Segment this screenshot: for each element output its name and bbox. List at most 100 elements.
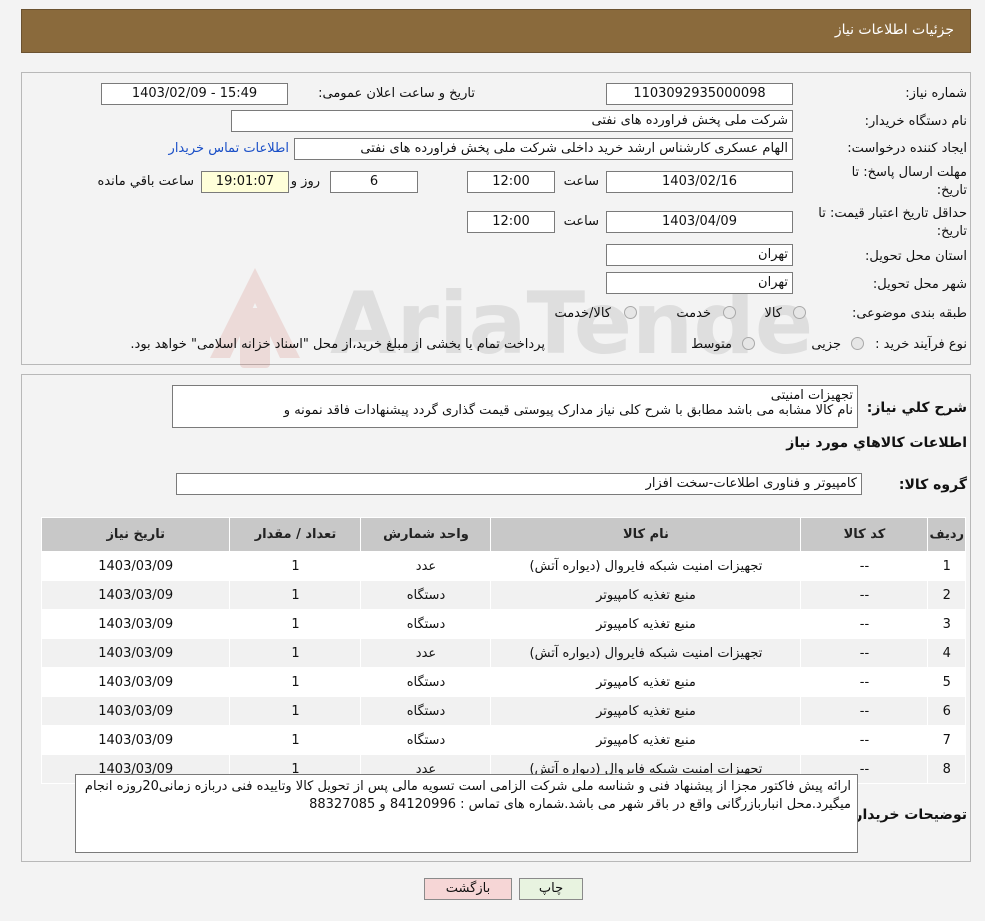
cell-need-date: 1403/03/09 [40,580,231,610]
need-number-field: 1103092935000098 [606,83,793,105]
cell-quantity: 1 [229,725,362,755]
cell-item-code: -- [800,696,929,726]
goods-group-label: گروه کالا: [898,477,967,493]
cell-quantity: 1 [229,551,362,581]
summary-label: شرح کلي نياز: [866,400,967,416]
contact-link[interactable]: اطلاعات تماس خریدار [169,141,289,156]
cell-unit: عدد [360,638,492,668]
cell-item-name: منبع تغذیه کامپیوتر [490,609,802,639]
process-medium-label: متوسط [691,337,732,352]
cell-item-name: منبع تغذیه کامپیوتر [490,725,802,755]
category-goods-radio[interactable] [793,306,806,319]
cell-unit: عدد [360,551,492,581]
validity-label: حداقل تاریخ اعتبار قیمت: تا [818,206,967,221]
cell-item-code: -- [800,667,929,697]
deadline-time-field: 12:00 [467,171,555,193]
col-unit: واحد شمارش [360,517,492,552]
deadline-label-2: تاریخ: [936,183,967,198]
cell-need-date: 1403/03/09 [40,696,231,726]
cell-quantity: 1 [229,580,362,610]
buyer-notes-textarea[interactable]: ارائه پیش فاکتور مجزا از پیشنهاد فنی و ش… [75,774,858,853]
process-medium-radio[interactable] [742,337,755,350]
cell-quantity: 1 [229,609,362,639]
validity-label-2: تاریخ: [936,224,967,239]
process-small-radio[interactable] [851,337,864,350]
cell-item-name: تجهیزات امنیت شبکه فایروال (دیواره آتش) [490,551,802,581]
col-item-code: کد کالا [800,517,929,552]
province-label: استان محل تحویل: [865,249,967,264]
table-row: 7 -- منبع تغذیه کامپیوتر دستگاه 1 1403/03/09 [40,725,966,755]
summary-textarea[interactable]: تجهیزات امنیتی نام کالا مشابه می باشد مط… [172,385,858,428]
goods-section-title: اطلاعات کالاهاي مورد نياز [786,435,967,451]
creator-label: ایجاد کننده درخواست: [847,141,967,156]
deadline-date-field: 1403/02/16 [606,171,793,193]
table-row: 5 -- منبع تغذیه کامپیوتر دستگاه 1 1403/03/09 [40,667,966,697]
cell-row-number: 4 [927,638,966,668]
cell-row-number: 5 [927,667,966,697]
buyer-notes-text: ارائه پیش فاکتور مجزا از پیشنهاد فنی و ش… [84,779,851,812]
cell-unit: دستگاه [360,725,492,755]
buyer-org-label: نام دستگاه خریدار: [864,114,967,129]
cell-need-date: 1403/03/09 [40,667,231,697]
cell-row-number: 7 [927,725,966,755]
cell-item-code: -- [800,725,929,755]
cell-item-code: -- [800,638,929,668]
cell-row-number: 3 [927,609,966,639]
announce-field: 1403/02/09 - 15:49 [101,83,288,105]
validity-time-field: 12:00 [467,211,555,233]
cell-unit: دستگاه [360,696,492,726]
cell-row-number: 8 [927,754,966,784]
remaining-label: ساعت باقي مانده [97,174,194,189]
process-small-label: جزیی [811,337,841,352]
deadline-label: مهلت ارسال پاسخ: تا [851,165,967,180]
cell-unit: دستگاه [360,667,492,697]
table-row: 4 -- تجهیزات امنیت شبکه فایروال (دیواره آت… [40,638,966,668]
province-field: تهران [606,244,793,266]
table-row: 2 -- منبع تغذیه کامپیوتر دستگاه 1 1403/03/09 [40,580,966,610]
days-label: روز و [290,174,320,189]
col-need-date: تاریخ نیاز [40,517,231,552]
cell-row-number: 6 [927,696,966,726]
process-note: پرداخت تمام یا بخشی از مبلغ خرید،از محل … [130,337,545,352]
table-row: 3 -- منبع تغذیه کامپیوتر دستگاه 1 1403/03/09 [40,609,966,639]
city-field: تهران [606,272,793,294]
table-row: 1 -- تجهیزات امنیت شبکه فایروال (دیواره آت… [40,551,966,581]
validity-time-label: ساعت [563,214,599,229]
category-both-radio[interactable] [624,306,637,319]
col-item-name: نام کالا [490,517,802,552]
cell-row-number: 2 [927,580,966,610]
buyer-org-field: شرکت ملی پخش فراورده های نفتی [231,110,793,132]
creator-field: الهام عسکری کارشناس ارشد خرید داخلی شرکت… [294,138,793,160]
category-goods-label: کالا [764,306,782,321]
cell-need-date: 1403/03/09 [40,551,231,581]
category-both-label: کالا/خدمت [554,306,611,321]
cell-row-number: 1 [927,551,966,581]
validity-date-field: 1403/04/09 [606,211,793,233]
col-quantity: تعداد / مقدار [229,517,362,552]
summary-line-2: نام کالا مشابه می باشد مطابق با شرح کلی … [283,403,853,418]
remaining-time-field: 19:01:07 [201,171,289,193]
cell-item-name: منبع تغذیه کامپیوتر [490,580,802,610]
back-button[interactable]: بازگشت [424,878,512,900]
cell-need-date: 1403/03/09 [40,609,231,639]
buyer-notes-label: توضیحات خریدار: [848,807,967,823]
print-button[interactable]: چاپ [519,878,583,900]
deadline-time-label: ساعت [563,174,599,189]
days-field: 6 [330,171,418,193]
page-title: جزئیات اطلاعات نیاز [834,22,954,38]
table-row: 6 -- منبع تغذیه کامپیوتر دستگاه 1 1403/03/09 [40,696,966,726]
cell-item-name: منبع تغذیه کامپیوتر [490,667,802,697]
cell-item-code: -- [800,609,929,639]
category-service-radio[interactable] [723,306,736,319]
col-row-number: رديف [927,517,966,552]
cell-unit: دستگاه [360,609,492,639]
announce-label: تاریخ و ساعت اعلان عمومی: [318,86,475,101]
process-label: نوع فرآیند خرید : [875,337,967,352]
cell-quantity: 1 [229,667,362,697]
city-label: شهر محل تحویل: [872,277,967,292]
cell-item-code: -- [800,580,929,610]
cell-need-date: 1403/03/09 [40,725,231,755]
cell-need-date: 1403/03/09 [40,638,231,668]
category-label: طبقه بندی موضوعی: [851,306,967,321]
cell-quantity: 1 [229,696,362,726]
